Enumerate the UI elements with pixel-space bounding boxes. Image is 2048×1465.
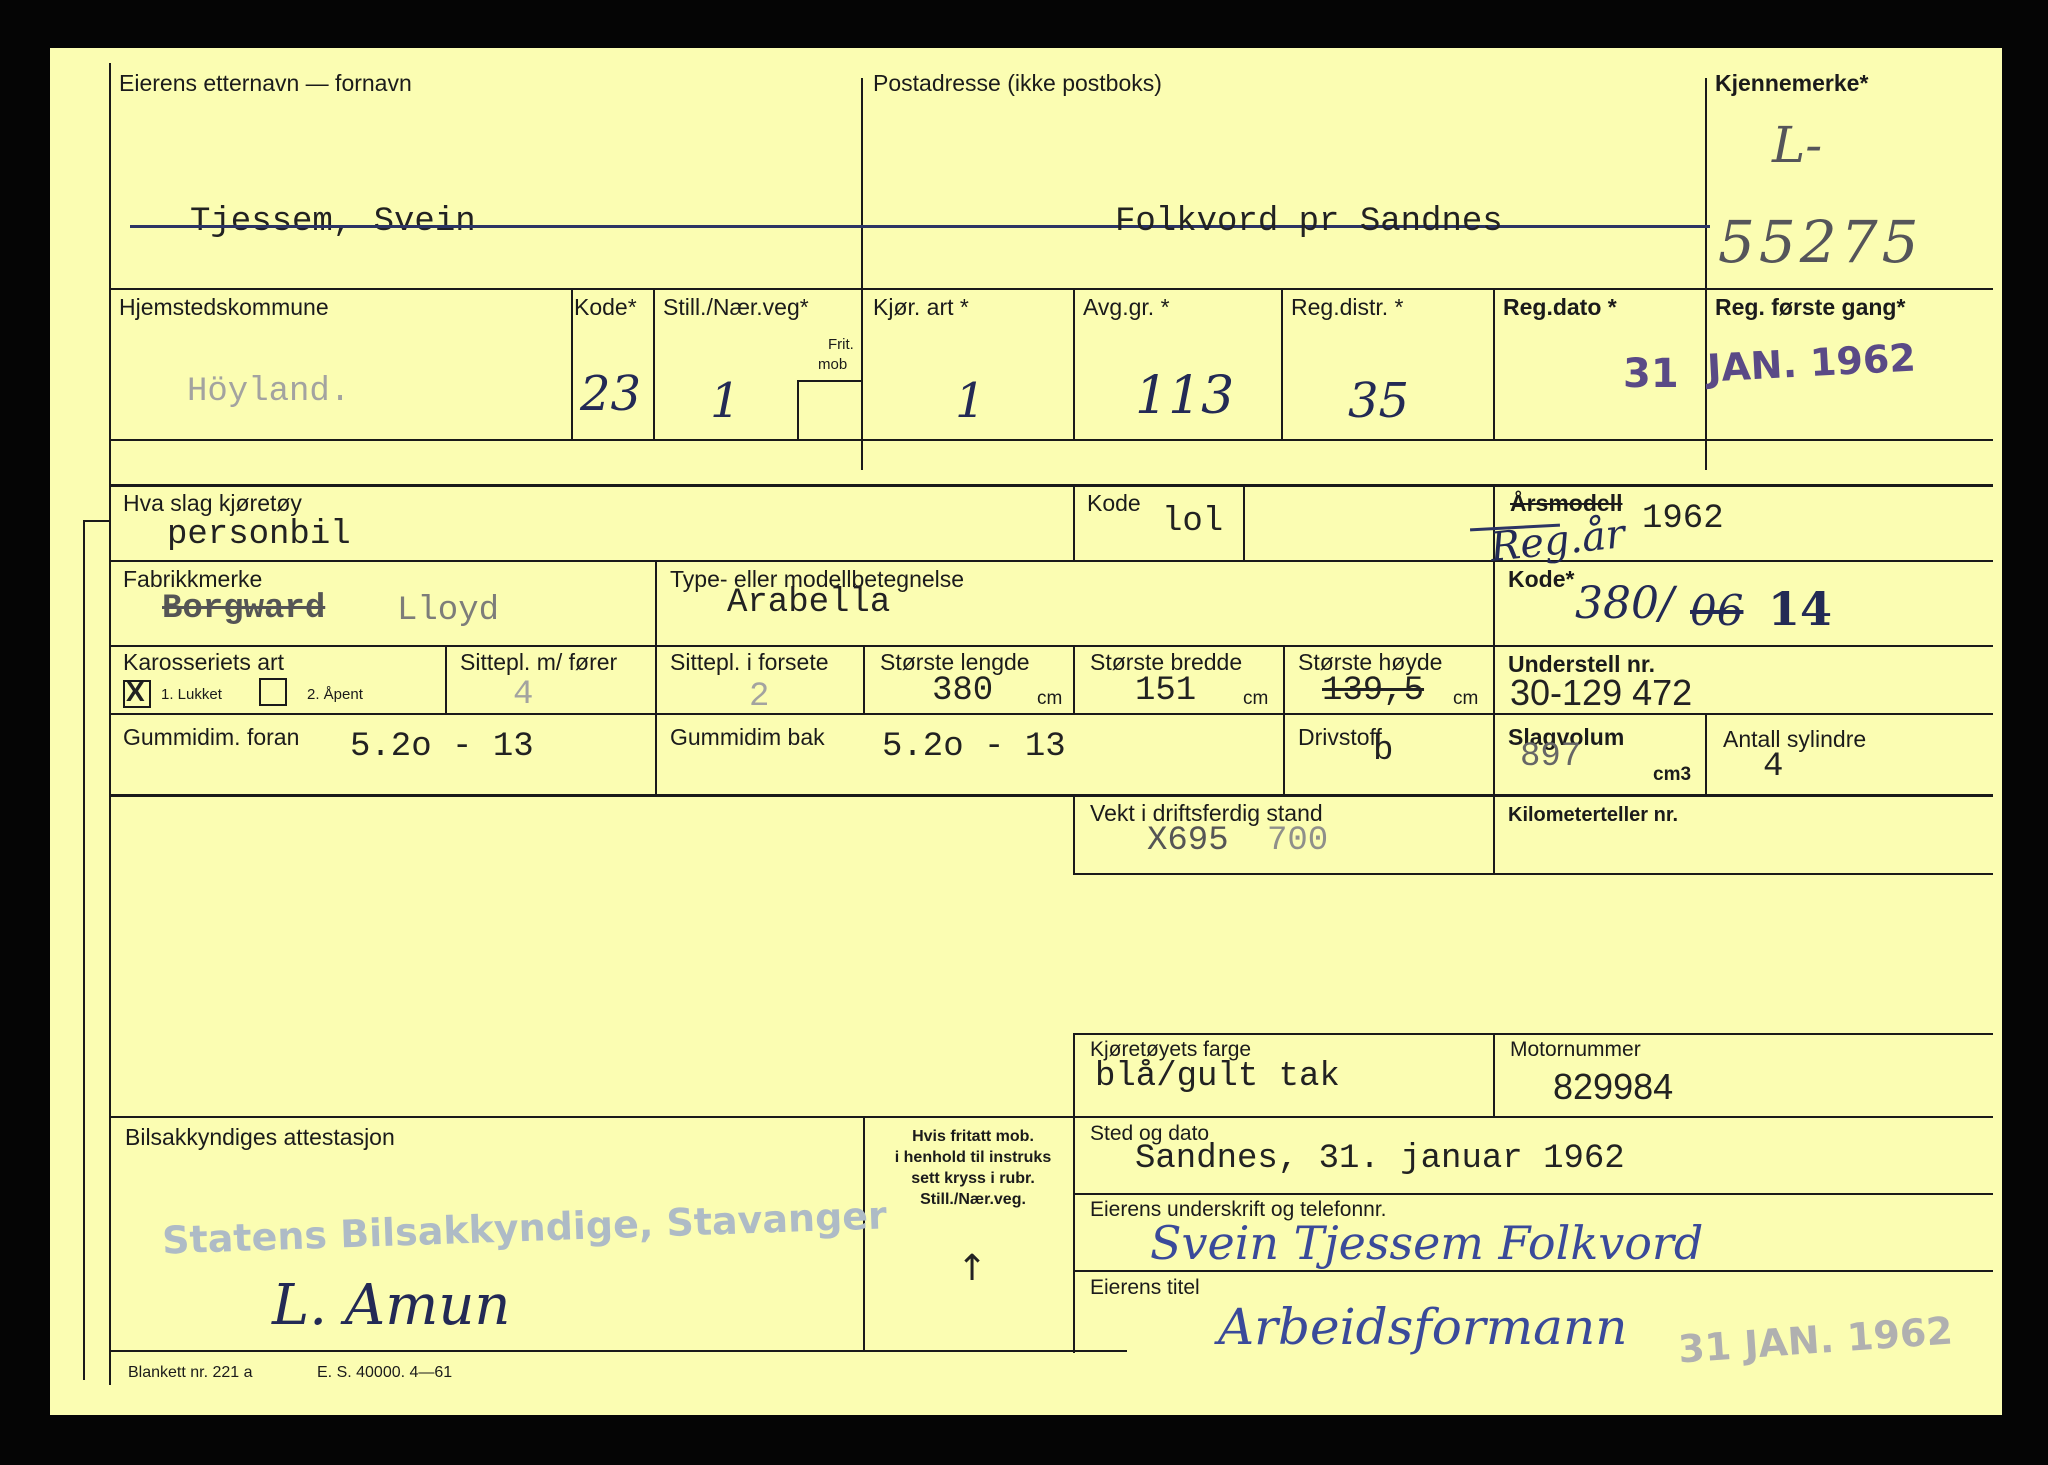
displacement-unit: cm3: [1653, 764, 1692, 785]
engine-value: 829984: [1553, 1066, 1674, 1107]
form-number: Blankett nr. 221 a: [128, 1364, 253, 1381]
seats-front-label: Sittepl. i forsete: [670, 649, 829, 675]
regdato-day-stamp: 31: [1623, 351, 1679, 397]
avg-value: 113: [1135, 366, 1235, 426]
owner-signature: Svein Tjessem Folkvord: [1150, 1216, 1704, 1270]
regdistr-label: Reg.distr. *: [1291, 294, 1404, 320]
weight-value: 700: [1267, 822, 1329, 860]
left-margin-tick: [83, 520, 109, 522]
body-opt2-label: 2. Åpent: [307, 686, 363, 703]
left-margin-line: [109, 63, 111, 1385]
date-stamp: 31 JAN. 1962: [1676, 1308, 1955, 1372]
regdato-label: Reg.dato *: [1503, 294, 1617, 320]
model-code-new: 14: [1768, 582, 1833, 636]
tyre-rear-value: 5.2o - 13: [882, 728, 1066, 766]
inspector-signature: L. Amun: [272, 1273, 511, 1338]
municipality-label: Hjemstedskommune: [119, 294, 329, 320]
print-info: E. S. 40000. 4—61: [317, 1364, 453, 1381]
mob-note: Hvis fritatt mob. i henhold til instruks…: [894, 1128, 1052, 1208]
place-date-value: Sandnes, 31. januar 1962: [1135, 1140, 1625, 1178]
left-margin-line-2: [83, 520, 85, 1380]
owner-name-label: Eierens etternavn — fornavn: [119, 70, 412, 96]
vehicle-type-value: personbil: [167, 516, 351, 554]
kjor-label: Kjør. art *: [873, 294, 969, 320]
municipality-value: Höyland.: [187, 373, 351, 411]
weight-struck: X695: [1147, 822, 1229, 860]
registration-card: Eierens etternavn — fornavn Tjessem, Sve…: [50, 48, 2002, 1415]
vehicle-type-label: Hva slag kjøretøy: [123, 490, 302, 516]
model-code-label: Kode*: [1508, 566, 1575, 592]
still-label: Still./Nær.veg*: [663, 294, 809, 320]
plate-prefix: L-: [1772, 116, 1823, 174]
kjor-value: 1: [955, 373, 986, 429]
type-code-value: lol: [1162, 503, 1224, 541]
model-value: Arabella: [727, 584, 891, 622]
type-code-label: Kode: [1087, 490, 1141, 516]
first-reg-label: Reg. første gang*: [1715, 294, 1906, 320]
model-year-value: 1962: [1642, 500, 1724, 538]
arrow-up-icon: ↑: [957, 1248, 988, 1289]
engine-label: Motornummer: [1510, 1038, 1641, 1061]
model-code-struck: 06: [1690, 586, 1744, 635]
body-opt1-label: 1. Lukket: [161, 686, 222, 703]
height-value: 139,5: [1322, 672, 1425, 710]
cylinders-label: Antall sylindre: [1723, 726, 1867, 752]
plate-number: 55275: [1718, 208, 1923, 276]
address-label: Postadresse (ikke postboks): [873, 70, 1162, 96]
fuel-value: b: [1373, 732, 1394, 770]
attestation-label: Bilsakkyndiges attestasjon: [125, 1124, 395, 1150]
seats-front-value: 2: [749, 678, 770, 716]
plate-label: Kjennemerke*: [1715, 70, 1869, 96]
body-open-checkbox[interactable]: [259, 678, 287, 706]
displacement-value: 897: [1520, 738, 1582, 776]
odometer-label: Kilometerteller nr.: [1508, 804, 1679, 826]
mob-label: mob: [818, 356, 848, 373]
model-code-value: 380/: [1575, 578, 1674, 629]
length-unit: cm: [1037, 688, 1063, 709]
still-value: 1: [710, 373, 741, 429]
avg-label: Avg.gr. *: [1083, 294, 1170, 320]
colour-value: blå/gult tak: [1095, 1058, 1340, 1096]
first-reg-stamp: JAN. 1962: [1705, 335, 1917, 391]
frit-label: Frit.: [828, 336, 854, 353]
height-unit: cm: [1453, 688, 1479, 709]
tyre-front-label: Gummidim. foran: [123, 724, 300, 750]
owner-name-value: Tjessem, Svein: [190, 203, 476, 241]
seats-driver-value: 4: [513, 676, 534, 714]
tyre-rear-label: Gummidim bak: [670, 724, 825, 750]
make-value: Lloyd: [397, 592, 500, 630]
kode-label: Kode*: [574, 294, 637, 320]
length-value: 380: [932, 672, 994, 710]
inspector-stamp: Statens Bilsakkyndige, Stavanger: [161, 1193, 888, 1263]
chassis-value: 30-129 472: [1510, 672, 1693, 713]
body-label: Karosseriets art: [123, 649, 285, 675]
cylinders-value: 4: [1763, 748, 1784, 786]
owner-title: Arbeidsformann: [1218, 1298, 1628, 1356]
regdistr-value: 35: [1348, 373, 1410, 429]
make-struck: Borgward: [162, 590, 326, 628]
width-unit: cm: [1243, 688, 1269, 709]
fuel-label: Drivstoff: [1298, 724, 1382, 750]
seats-driver-label: Sittepl. m/ fører: [460, 649, 618, 675]
address-value: Folkvord pr Sandnes: [1115, 203, 1503, 241]
make-label: Fabrikkmerke: [123, 566, 263, 592]
tyre-front-value: 5.2o - 13: [350, 728, 534, 766]
width-value: 151: [1135, 672, 1197, 710]
kode-value: 23: [580, 366, 642, 422]
owner-title-label: Eierens titel: [1090, 1276, 1200, 1299]
body-closed-mark: X: [126, 676, 145, 707]
